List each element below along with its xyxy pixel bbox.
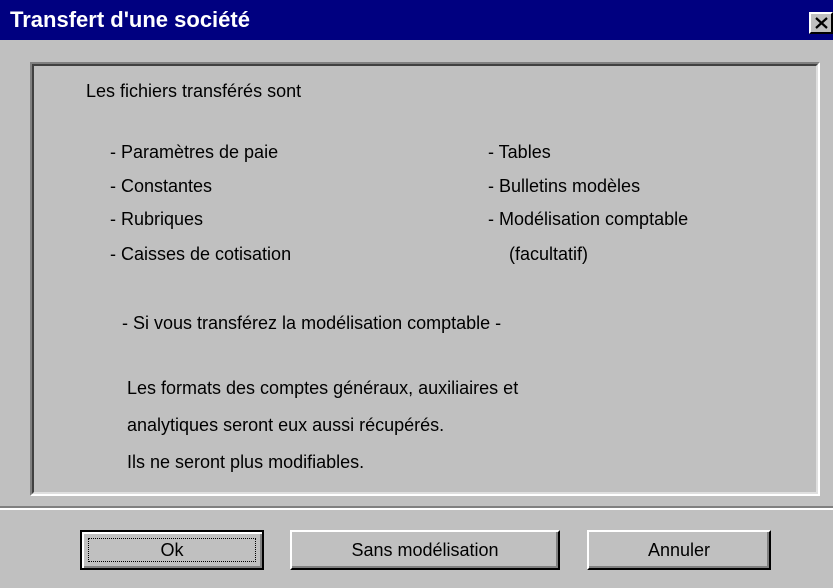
list-item-constantes: - Constantes [110, 176, 213, 196]
sans-modelisation-button[interactable]: Sans modélisation [290, 530, 560, 570]
list-item-rubriques: - Rubriques [110, 209, 204, 229]
sans-modelisation-label: Sans modélisation [351, 539, 499, 560]
annuler-button[interactable]: Annuler [587, 530, 771, 570]
notice-line-1: Les formats des comptes généraux, auxili… [127, 378, 519, 398]
notice-line-3: Ils ne seront plus modifiables. [127, 452, 365, 472]
list-item-tables: - Tables [488, 142, 551, 162]
list-item-caisses: - Caisses de cotisation [110, 244, 292, 264]
list-item-bulletins: - Bulletins modèles [488, 176, 641, 196]
ok-button[interactable]: Ok [80, 530, 264, 570]
window-title: Transfert d'une société [10, 7, 250, 32]
title-bar: Transfert d'une société [0, 0, 833, 40]
notice-line-2: analytiques seront eux aussi récupérés. [127, 415, 445, 435]
close-button[interactable] [809, 12, 833, 34]
list-item-facultatif: (facultatif) [509, 244, 589, 264]
list-item-parametres: - Paramètres de paie [110, 142, 279, 162]
list-item-modelisation: - Modélisation comptable [488, 209, 689, 229]
separator-highlight [0, 508, 833, 510]
focus-indicator [88, 538, 256, 562]
annuler-label: Annuler [647, 539, 711, 560]
close-icon [815, 17, 828, 29]
intro-text: Les fichiers transférés sont [86, 81, 302, 101]
notice-heading: - Si vous transférez la modélisation com… [122, 313, 502, 333]
